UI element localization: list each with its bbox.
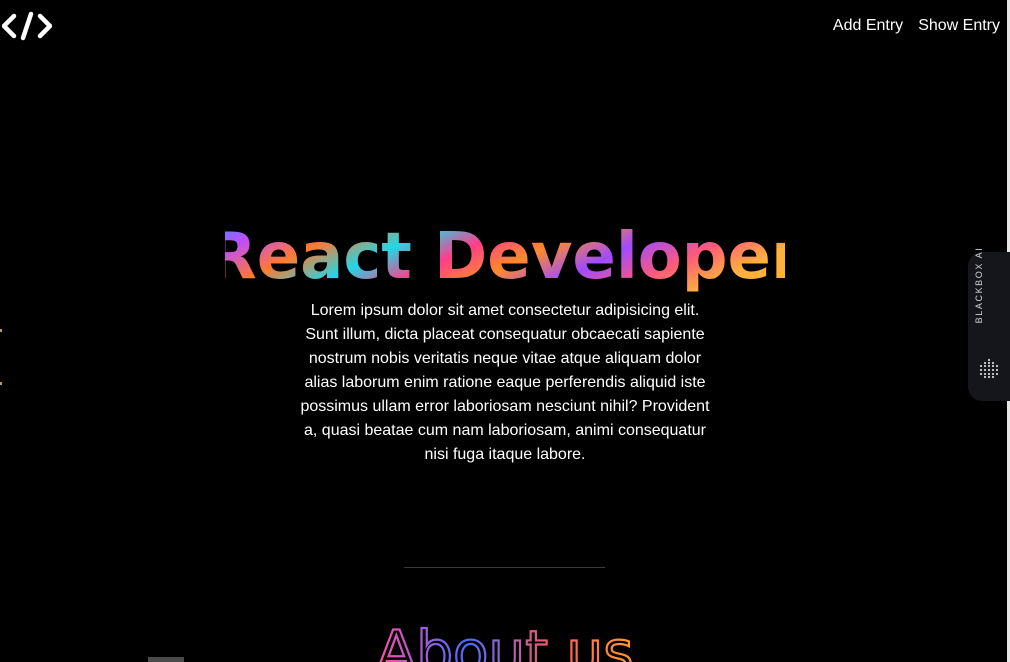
section-divider <box>404 567 605 568</box>
widget-label: BLACKBOX AI <box>974 246 984 324</box>
bottom-tab[interactable] <box>148 657 184 662</box>
hero-paragraph: Lorem ipsum dolor sit amet consectetur a… <box>300 302 710 463</box>
nav-links: Add Entry Show Entry <box>833 15 1000 37</box>
hero-title: React Developer <box>0 212 1010 296</box>
navbar: Add Entry Show Entry <box>0 0 1007 52</box>
code-brackets-icon <box>1 11 53 41</box>
nav-link-show-entry[interactable]: Show Entry <box>918 15 1000 37</box>
hero-title-text: React Developer <box>225 220 785 294</box>
about-title: About us <box>0 612 1010 662</box>
logo[interactable] <box>1 11 53 41</box>
edge-mark <box>0 382 2 385</box>
about-title-text: About us <box>377 618 634 662</box>
edge-mark <box>0 329 2 332</box>
dot-grid-icon <box>979 358 999 379</box>
page: Add Entry Show Entry React Developer Lor… <box>0 0 1010 662</box>
blackbox-ai-widget[interactable]: BLACKBOX AI <box>968 247 1010 401</box>
nav-link-add-entry[interactable]: Add Entry <box>833 15 903 37</box>
